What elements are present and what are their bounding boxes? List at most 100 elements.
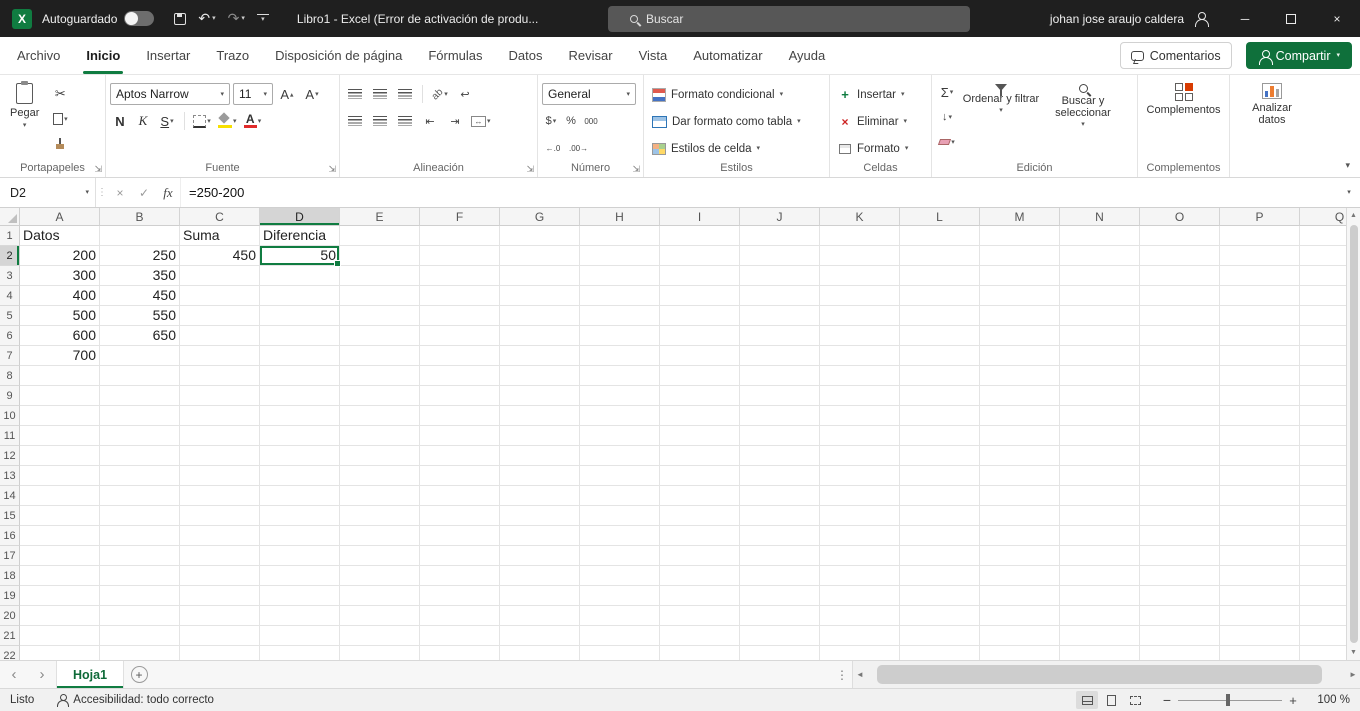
cell-C17[interactable] xyxy=(180,546,260,566)
cell-N7[interactable] xyxy=(1060,346,1140,366)
cell-M15[interactable] xyxy=(980,506,1060,526)
cell-K12[interactable] xyxy=(820,446,900,466)
cell-O11[interactable] xyxy=(1140,426,1220,446)
cell-F3[interactable] xyxy=(420,266,500,286)
cell-D4[interactable] xyxy=(260,286,340,306)
cell-I18[interactable] xyxy=(660,566,740,586)
cell-Q10[interactable] xyxy=(1300,406,1346,426)
cell-N16[interactable] xyxy=(1060,526,1140,546)
cell-K7[interactable] xyxy=(820,346,900,366)
cell-M10[interactable] xyxy=(980,406,1060,426)
cell-I4[interactable] xyxy=(660,286,740,306)
cell-K13[interactable] xyxy=(820,466,900,486)
merge-center-button[interactable]: ↔ ▾ xyxy=(469,110,493,132)
cell-D22[interactable] xyxy=(260,646,340,660)
normal-view-button[interactable] xyxy=(1076,691,1098,709)
cell-F10[interactable] xyxy=(420,406,500,426)
cell-Q4[interactable] xyxy=(1300,286,1346,306)
autosum-button[interactable]: Σ ▾ xyxy=(936,81,958,103)
cell-H10[interactable] xyxy=(580,406,660,426)
column-header-E[interactable]: E xyxy=(340,208,420,226)
cell-P17[interactable] xyxy=(1220,546,1300,566)
cell-Q12[interactable] xyxy=(1300,446,1346,466)
analyze-data-button[interactable]: Analizar datos xyxy=(1238,79,1306,159)
cell-L6[interactable] xyxy=(900,326,980,346)
cell-M11[interactable] xyxy=(980,426,1060,446)
cell-M8[interactable] xyxy=(980,366,1060,386)
cell-Q19[interactable] xyxy=(1300,586,1346,606)
cell-P22[interactable] xyxy=(1220,646,1300,660)
cell-F13[interactable] xyxy=(420,466,500,486)
cell-K17[interactable] xyxy=(820,546,900,566)
row-header-4[interactable]: 4 xyxy=(0,286,20,306)
cell-A10[interactable] xyxy=(20,406,100,426)
cell-M19[interactable] xyxy=(980,586,1060,606)
accessibility-status[interactable]: Accesibilidad: todo correcto xyxy=(73,694,214,706)
cell-M21[interactable] xyxy=(980,626,1060,646)
cell-H17[interactable] xyxy=(580,546,660,566)
cell-C15[interactable] xyxy=(180,506,260,526)
cell-O6[interactable] xyxy=(1140,326,1220,346)
cell-K6[interactable] xyxy=(820,326,900,346)
cell-B18[interactable] xyxy=(100,566,180,586)
cell-P19[interactable] xyxy=(1220,586,1300,606)
cell-M17[interactable] xyxy=(980,546,1060,566)
cell-N1[interactable] xyxy=(1060,226,1140,246)
column-header-A[interactable]: A xyxy=(20,208,100,226)
font-size-select[interactable]: 11 ▾ xyxy=(233,83,273,105)
cell-N8[interactable] xyxy=(1060,366,1140,386)
cell-F2[interactable] xyxy=(420,246,500,266)
menu-tab-ayuda[interactable]: Ayuda xyxy=(776,37,839,74)
formula-bar-expand-button[interactable]: ▾ xyxy=(1338,178,1360,207)
row-header-15[interactable]: 15 xyxy=(0,506,20,526)
cell-J15[interactable] xyxy=(740,506,820,526)
cell-I15[interactable] xyxy=(660,506,740,526)
cell-G19[interactable] xyxy=(500,586,580,606)
cell-K4[interactable] xyxy=(820,286,900,306)
cell-N12[interactable] xyxy=(1060,446,1140,466)
scroll-down-arrow[interactable]: ▼ xyxy=(1347,645,1360,660)
cell-M4[interactable] xyxy=(980,286,1060,306)
cell-N14[interactable] xyxy=(1060,486,1140,506)
cell-A20[interactable] xyxy=(20,606,100,626)
cell-E5[interactable] xyxy=(340,306,420,326)
customize-quick-access-button[interactable]: ▾ xyxy=(251,6,275,32)
cell-H20[interactable] xyxy=(580,606,660,626)
cell-B17[interactable] xyxy=(100,546,180,566)
cell-I14[interactable] xyxy=(660,486,740,506)
alignment-dialog-launcher[interactable]: ⇲ xyxy=(526,165,534,174)
cell-M12[interactable] xyxy=(980,446,1060,466)
cell-B14[interactable] xyxy=(100,486,180,506)
cell-F11[interactable] xyxy=(420,426,500,446)
cell-I8[interactable] xyxy=(660,366,740,386)
cell-D7[interactable] xyxy=(260,346,340,366)
column-header-Q[interactable]: Q xyxy=(1300,208,1346,226)
name-box-resize-handle[interactable]: ⋮ xyxy=(96,178,108,207)
cell-H5[interactable] xyxy=(580,306,660,326)
scroll-right-arrow[interactable]: ► xyxy=(1346,670,1360,679)
cell-B4[interactable]: 450 xyxy=(100,286,180,306)
cell-E4[interactable] xyxy=(340,286,420,306)
horizontal-scrollbar-thumb[interactable] xyxy=(876,665,1323,684)
cell-Q1[interactable] xyxy=(1300,226,1346,246)
cell-C4[interactable] xyxy=(180,286,260,306)
cell-G22[interactable] xyxy=(500,646,580,660)
cell-M16[interactable] xyxy=(980,526,1060,546)
decrease-indent-button[interactable]: ⇤ xyxy=(419,110,441,132)
row-header-7[interactable]: 7 xyxy=(0,346,20,366)
cell-L3[interactable] xyxy=(900,266,980,286)
cell-G13[interactable] xyxy=(500,466,580,486)
save-button[interactable] xyxy=(168,6,192,32)
cell-N2[interactable] xyxy=(1060,246,1140,266)
cell-O13[interactable] xyxy=(1140,466,1220,486)
cell-O21[interactable] xyxy=(1140,626,1220,646)
cell-P10[interactable] xyxy=(1220,406,1300,426)
number-format-select[interactable]: General ▾ xyxy=(542,83,636,105)
row-header-20[interactable]: 20 xyxy=(0,606,20,626)
cell-G11[interactable] xyxy=(500,426,580,446)
cell-C2[interactable]: 450 xyxy=(180,246,260,266)
vertical-scrollbar[interactable]: ▲ ▼ xyxy=(1346,208,1360,660)
cell-J2[interactable] xyxy=(740,246,820,266)
column-header-J[interactable]: J xyxy=(740,208,820,226)
cell-I19[interactable] xyxy=(660,586,740,606)
